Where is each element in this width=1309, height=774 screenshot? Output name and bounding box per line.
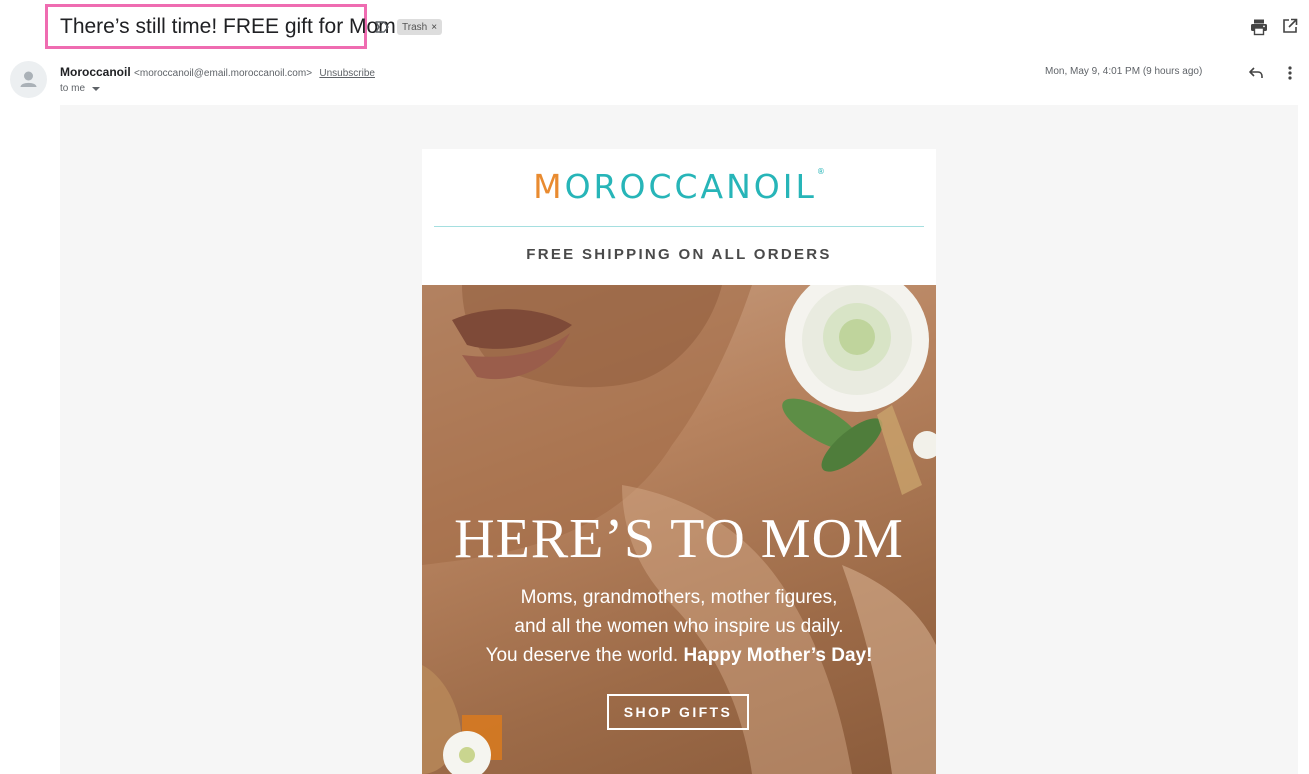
avatar[interactable] bbox=[10, 61, 47, 98]
label-text: Trash bbox=[402, 21, 428, 33]
label-important-icon[interactable] bbox=[374, 19, 390, 35]
reply-icon[interactable] bbox=[1248, 65, 1264, 81]
hero-copy: Moms, grandmothers, mother figures, and … bbox=[422, 583, 936, 670]
more-vert-icon[interactable] bbox=[1285, 64, 1295, 82]
hero-image[interactable]: HERE’S TO MOM Moms, grandmothers, mother… bbox=[422, 285, 936, 774]
message-date: Mon, May 9, 4:01 PM (9 hours ago) bbox=[1045, 66, 1203, 77]
sender-name[interactable]: Moroccanoil bbox=[60, 65, 131, 79]
flower-decoration-top bbox=[782, 285, 936, 495]
divider bbox=[434, 226, 924, 227]
shop-gifts-button[interactable]: SHOP GIFTS bbox=[607, 694, 749, 730]
hero-copy-line-3: You deserve the world. Happy Mother’s Da… bbox=[485, 645, 873, 666]
trash-label-chip: Trash × bbox=[397, 19, 443, 35]
hero-copy-line-1: Moms, grandmothers, mother figures, bbox=[520, 587, 838, 608]
remove-label-button[interactable]: × bbox=[431, 22, 437, 33]
flower-decoration-bottom bbox=[422, 665, 502, 774]
unsubscribe-link[interactable]: Unsubscribe bbox=[319, 68, 375, 79]
hero-copy-line-2: and all the women who inspire us daily. bbox=[514, 616, 844, 637]
shipping-banner: FREE SHIPPING ON ALL ORDERS bbox=[526, 246, 832, 263]
recipients-toggle[interactable]: to me bbox=[60, 83, 101, 94]
email-subject: There’s still time! FREE gift for Mom bbox=[45, 4, 396, 49]
subject-text: There’s still time! FREE gift for Mom bbox=[60, 14, 396, 38]
hero-title: HERE’S TO MOM bbox=[454, 508, 904, 570]
email-card: MOROCCANOIL® FREE SHIPPING ON ALL ORDERS bbox=[422, 149, 936, 774]
sender-line: Moroccanoil <moroccanoil@email.moroccano… bbox=[60, 65, 375, 79]
print-icon[interactable] bbox=[1250, 18, 1268, 36]
sender-email: <moroccanoil@email.moroccanoil.com> bbox=[134, 68, 313, 79]
person-icon bbox=[20, 71, 37, 87]
mothers-day-text: Happy Mother’s Day! bbox=[683, 645, 873, 666]
chevron-down-icon bbox=[92, 86, 101, 91]
brand-logo-text: MOROCCANOIL® bbox=[533, 167, 825, 206]
brand-logo[interactable]: MOROCCANOIL® bbox=[422, 167, 936, 211]
recipients-text: to me bbox=[60, 83, 86, 94]
open-in-new-icon[interactable] bbox=[1282, 18, 1298, 34]
